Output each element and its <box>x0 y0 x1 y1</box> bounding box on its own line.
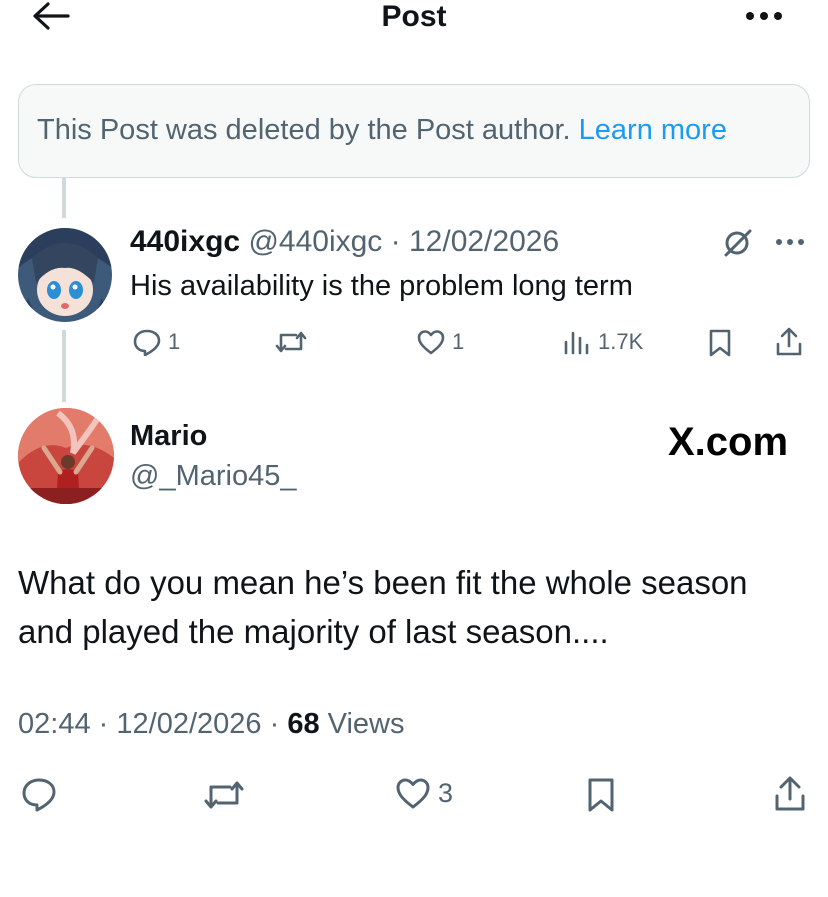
like-count: 1 <box>452 329 465 354</box>
post-bookmark-button[interactable] <box>584 776 618 814</box>
reply-text: His availability is the problem long ter… <box>130 270 633 302</box>
reply-header: 440ixgc @440ixgc · 12/02/2026 <box>130 222 559 262</box>
anime-avatar-image <box>18 228 112 322</box>
post-author-handle[interactable]: @_Mario45_ <box>130 458 296 494</box>
share-icon <box>775 776 805 811</box>
avatar[interactable] <box>18 408 114 504</box>
repost-icon <box>275 331 307 353</box>
more-horizontal-icon <box>746 12 782 20</box>
more-options-button[interactable] <box>744 6 784 26</box>
grok-icon <box>724 229 752 257</box>
reply-like-button[interactable]: 1 <box>416 328 464 356</box>
post-action-bar: 3 <box>0 772 828 818</box>
post-text: What do you mean he’s been fit the whole… <box>18 564 748 650</box>
deleted-notice-text: This Post was deleted by the Post author… <box>37 114 571 146</box>
reply-share-button[interactable] <box>774 326 804 358</box>
separator-dot: · <box>98 708 109 740</box>
post-like-button[interactable]: 3 <box>394 776 453 810</box>
x-com-watermark: X.com <box>668 420 789 464</box>
page-title: Post <box>381 0 447 33</box>
repost-icon <box>204 781 244 809</box>
post-views-count: 68 <box>287 708 320 740</box>
bookmark-icon <box>588 778 614 812</box>
post-repost-button[interactable] <box>202 778 246 812</box>
reply-date[interactable]: 12/02/2026 <box>409 225 559 258</box>
comment-icon <box>22 778 56 812</box>
reply-repost-button[interactable] <box>274 328 308 356</box>
reply-author-name[interactable]: 440ixgc <box>130 225 240 258</box>
profile-photo-image <box>18 408 114 504</box>
reply-action-bar: 1 1 1.7K <box>0 322 828 362</box>
post-author-name[interactable]: Mario <box>130 418 207 454</box>
learn-more-link[interactable]: Learn more <box>579 114 727 146</box>
post-time[interactable]: 02:44 <box>18 708 91 740</box>
reply-count: 1 <box>168 329 181 354</box>
reply-more-button[interactable] <box>774 236 806 248</box>
heart-icon <box>417 330 445 355</box>
share-icon <box>776 327 802 356</box>
heart-icon <box>396 778 430 809</box>
bar-chart-icon <box>564 331 589 355</box>
thread-connector <box>62 178 66 218</box>
separator-dot: · <box>269 708 280 740</box>
reply-bookmark-button[interactable] <box>706 328 734 358</box>
post-reply-button[interactable] <box>20 776 58 812</box>
reply-views-button[interactable]: 1.7K <box>562 328 643 356</box>
post-like-count: 3 <box>438 777 454 808</box>
more-horizontal-icon <box>776 239 804 245</box>
reply-comment-button[interactable]: 1 <box>132 328 180 356</box>
grok-button[interactable] <box>722 228 754 258</box>
post-share-button[interactable] <box>772 774 808 814</box>
avatar[interactable] <box>18 228 112 322</box>
post-views-label: Views <box>327 708 405 740</box>
views-count: 1.7K <box>598 329 644 354</box>
separator-dot: · <box>390 225 401 258</box>
reply-author-handle[interactable]: @440ixgc <box>248 225 382 258</box>
bookmark-icon <box>709 329 731 357</box>
comment-icon <box>133 329 161 356</box>
post-date[interactable]: 12/02/2026 <box>116 708 261 740</box>
post-meta: 02:44 · 12/02/2026 · 68 Views <box>18 704 405 744</box>
deleted-post-notice: This Post was deleted by the Post author… <box>18 84 810 178</box>
